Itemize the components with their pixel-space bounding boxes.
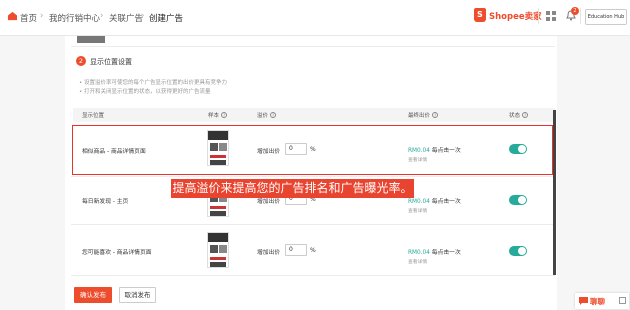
section-note: • 设置溢价率可使您的每个广告显示位置的出价更具有竞争力 [79,80,227,86]
apps-grid-icon[interactable] [546,11,556,21]
final-bid-price: RM0.04 每点击一次 [408,196,461,205]
sample-thumbnail[interactable] [207,232,229,268]
breadcrumb-separator: › [40,11,44,21]
chat-widget[interactable]: 聊聊 [575,293,629,309]
column-header-status-label: 状态 [509,113,521,119]
breadcrumb-separator: › [100,11,104,21]
header-divider [580,8,581,24]
notification-badge: 2 [571,7,579,15]
shopee-logo-icon [474,8,486,22]
premium-label: 增加出价 [257,250,281,256]
column-header-position: 显示位置 [82,113,105,119]
top-bar: 首页 › 我的行销中心 › 关联广告 › 创建广告 Shopee卖家 2 Edu… [0,0,630,36]
column-header-status: 状态? [509,111,529,119]
divider [71,224,555,225]
breadcrumb-related-ads[interactable]: 关联广告 [109,12,143,24]
column-header-premium: 溢价? [257,111,277,119]
chat-label: 聊聊 [590,297,605,306]
status-toggle[interactable] [509,195,527,205]
view-details-link[interactable]: 查看详情 [408,258,427,265]
section-note: • 打开和关闭显示位置的状态，以获得更好的广告流量 [79,89,211,95]
divider [71,176,555,177]
premium-unit: % [310,247,316,254]
final-bid-unit: 每点击一次 [429,250,461,256]
row-position-name: 每日新发现 - 主页 [82,199,129,205]
column-header-final-bid-label: 最终出价 [408,113,431,119]
breadcrumb-marketing-center[interactable]: 我的行销中心 [49,12,100,24]
shopee-seller-logo-text: Shopee卖家 [489,12,542,22]
previous-section-image [77,36,105,43]
final-bid-price: RM0.04 每点击一次 [408,247,461,256]
help-icon[interactable]: ? [432,112,439,118]
divider [71,46,555,47]
section-title: 显示位置设置 [90,58,132,66]
row-position-name: 您可能喜欢 - 商品详情页面 [82,250,152,256]
cancel-publish-button[interactable]: 取消发布 [119,287,156,303]
breadcrumb-home[interactable]: 首页 [20,12,37,24]
final-bid-unit: 每点击一次 [429,199,461,205]
final-bid-amount: RM0.04 [408,199,430,205]
tip-callout: 提高溢价来提高您的广告排名和广告曝光率。 [171,179,414,198]
table-header [73,108,555,122]
confirm-publish-button[interactable]: 确认发布 [74,287,112,303]
column-header-sample: 样本? [208,111,228,119]
home-icon[interactable] [7,11,18,21]
account-menu[interactable]: Education Hub [585,9,627,25]
table-scrollbar[interactable] [553,110,556,275]
help-icon[interactable]: ? [221,112,228,118]
final-bid-amount: RM0.04 [408,250,430,256]
chat-bubble-icon [579,297,588,305]
view-details-link[interactable]: 查看详情 [408,207,427,214]
highlight-box [72,125,553,175]
status-toggle[interactable] [509,246,527,256]
breadcrumb-separator: › [141,11,145,21]
help-icon[interactable]: ? [270,112,277,118]
column-header-sample-label: 样本 [208,113,220,119]
step-number-badge: 2 [76,56,86,66]
divider [71,275,555,276]
breadcrumb-create-ad: 创建广告 [149,14,184,24]
premium-input[interactable]: 0 [285,244,307,256]
column-header-premium-label: 溢价 [257,113,269,119]
column-header-final-bid: 最终出价? [408,111,439,119]
header-divider [538,8,539,24]
help-icon[interactable]: ? [522,112,529,118]
expand-icon[interactable] [619,297,626,304]
